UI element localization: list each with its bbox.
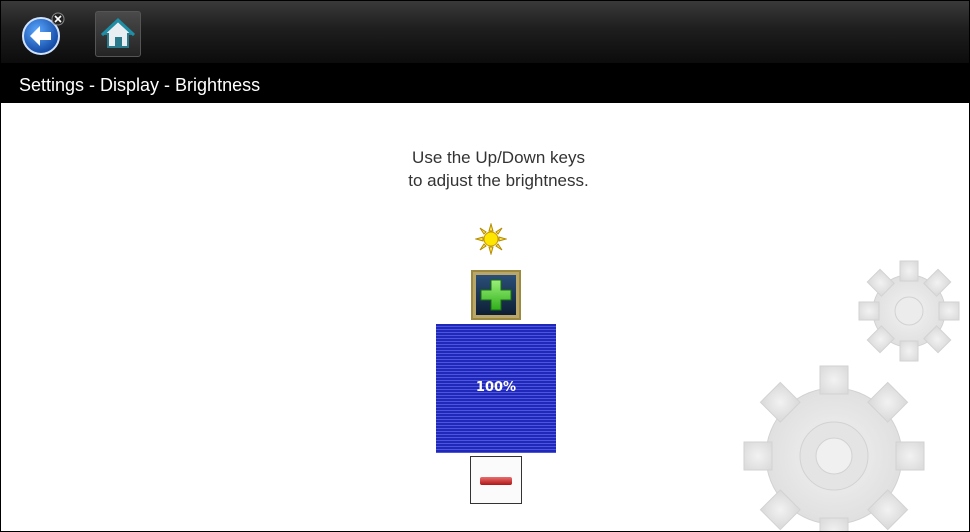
gears-watermark-icon xyxy=(743,260,960,531)
sun-icon xyxy=(475,223,507,255)
home-button[interactable] xyxy=(95,11,141,57)
brightness-down-button[interactable] xyxy=(470,456,522,504)
minus-icon xyxy=(480,477,512,485)
instruction-line-2: to adjust the brightness. xyxy=(408,171,589,190)
plus-icon xyxy=(480,279,512,311)
plus-button-face xyxy=(476,275,516,315)
app-window: Settings - Display - Brightness Use the … xyxy=(0,0,970,532)
toolbar xyxy=(1,1,969,63)
brightness-percent: 100% xyxy=(475,380,517,395)
breadcrumb: Settings - Display - Brightness xyxy=(19,75,261,95)
instruction-line-1: Use the Up/Down keys xyxy=(412,148,585,167)
title-bar: Settings - Display - Brightness xyxy=(1,63,969,103)
brightness-up-button[interactable] xyxy=(471,270,521,320)
content-area: Use the Up/Down keys to adjust the brigh… xyxy=(1,103,969,531)
home-icon xyxy=(100,17,136,48)
back-button[interactable] xyxy=(20,11,66,57)
instructions: Use the Up/Down keys to adjust the brigh… xyxy=(341,146,656,192)
brightness-level-bar: 100% xyxy=(436,324,556,453)
back-arrow-icon xyxy=(22,12,65,55)
